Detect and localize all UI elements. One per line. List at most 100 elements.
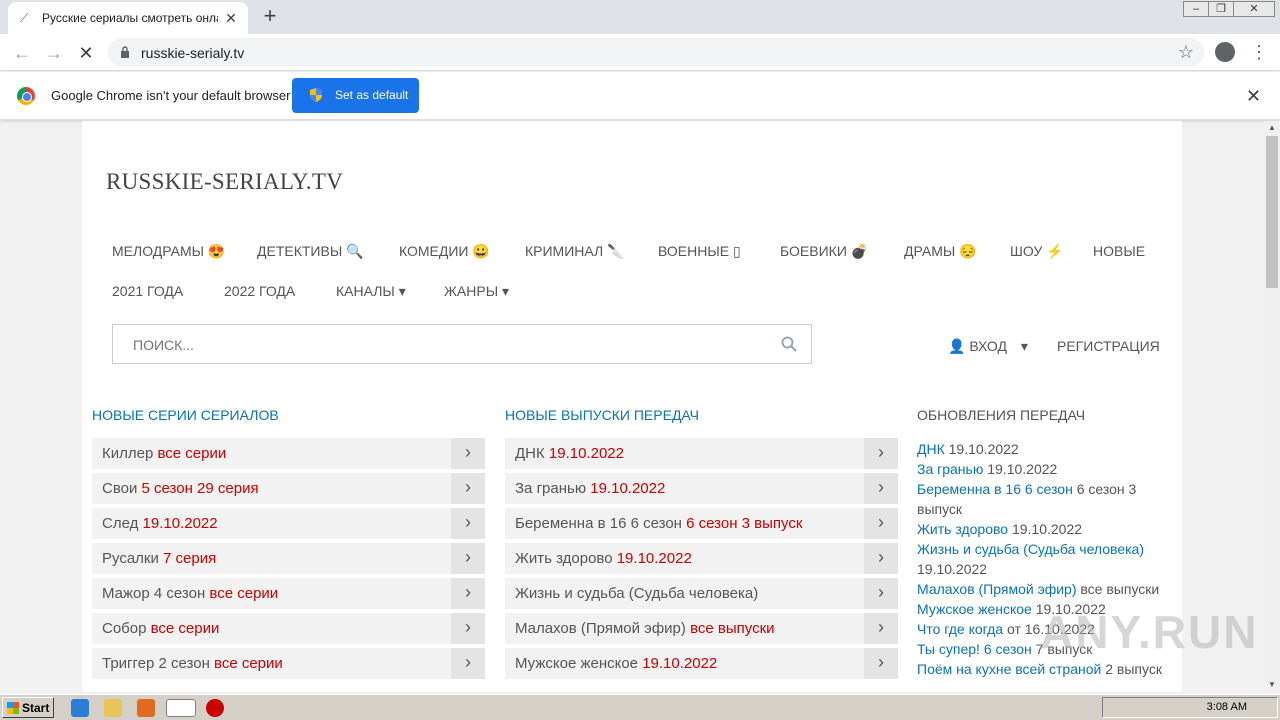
chevron-right-icon[interactable]: ›	[451, 438, 485, 469]
search-box[interactable]	[112, 324, 812, 364]
list-item-title[interactable]: Жизнь и судьба (Судьба человека)	[515, 585, 758, 602]
list-item[interactable]: Жить здорово 19.10.2022 ›	[505, 543, 898, 574]
login-dropdown[interactable]: 👤 ВХОД ▾	[948, 338, 1028, 355]
media-player-icon[interactable]	[137, 699, 155, 717]
list-item-title[interactable]: Мужское женское 19.10.2022	[515, 655, 717, 672]
list-item[interactable]: ДНК 19.10.2022 ›	[505, 438, 898, 469]
site-title[interactable]: RUSSKIE-SERIALY.TV	[106, 169, 343, 195]
nav-komedii[interactable]: КОМЕДИИ 😀	[399, 243, 490, 260]
update-link[interactable]: Малахов (Прямой эфир)	[917, 581, 1077, 597]
nav-kriminal[interactable]: КРИМИНАЛ 🔪	[525, 243, 625, 260]
new-tab-icon[interactable]: +	[258, 5, 282, 29]
update-link[interactable]: За гранью	[917, 461, 983, 477]
list-item-title[interactable]: За гранью 19.10.2022	[515, 480, 665, 497]
list-item-title[interactable]: Киллер все серии	[102, 445, 226, 462]
browser-tab[interactable]: ⟋ Русские сериалы смотреть онлайн ✕	[8, 2, 248, 34]
folder-icon[interactable]	[104, 699, 122, 717]
chevron-right-icon[interactable]: ›	[864, 613, 898, 644]
chevron-right-icon[interactable]: ›	[864, 648, 898, 679]
list-item-title[interactable]: Русалки 7 серия	[102, 550, 216, 567]
register-link[interactable]: РЕГИСТРАЦИЯ	[1057, 338, 1160, 354]
scroll-up-icon[interactable]: ▲	[1264, 121, 1280, 135]
update-link[interactable]: Мужское женское	[917, 601, 1032, 617]
list-item-title[interactable]: ДНК 19.10.2022	[515, 445, 624, 462]
nav-kanaly-dropdown[interactable]: КАНАЛЫ ▾	[336, 283, 406, 300]
chevron-right-icon[interactable]: ›	[451, 613, 485, 644]
list-item-title[interactable]: Беременна в 16 6 сезон 6 сезон 3 выпуск	[515, 515, 802, 532]
chevron-right-icon[interactable]: ›	[864, 473, 898, 504]
nav-dramy[interactable]: ДРАМЫ 😔	[904, 243, 977, 260]
chrome-taskbar-button[interactable]	[166, 699, 196, 717]
list-item-title[interactable]: Собор все серии	[102, 620, 219, 637]
opera-icon[interactable]	[206, 699, 224, 717]
search-input[interactable]	[133, 337, 753, 353]
list-item[interactable]: Триггер 2 сезон все серии ›	[92, 648, 485, 679]
scroll-thumb[interactable]	[1266, 136, 1278, 288]
nav-detektivy[interactable]: ДЕТЕКТИВЫ 🔍	[257, 243, 364, 260]
update-link[interactable]: Беременна в 16 6 сезон	[917, 481, 1073, 497]
back-icon[interactable]: ←	[10, 41, 34, 65]
search-icon[interactable]	[781, 336, 797, 352]
list-item[interactable]: Беременна в 16 6 сезон 6 сезон 3 выпуск ›	[505, 508, 898, 539]
list-item-title[interactable]: Свои 5 сезон 29 серия	[102, 480, 259, 497]
update-link[interactable]: Ты супер! 6 сезон	[917, 641, 1032, 657]
list-item-title[interactable]: След 19.10.2022	[102, 515, 218, 532]
list-item[interactable]: Собор все серии ›	[92, 613, 485, 644]
chevron-right-icon[interactable]: ›	[864, 578, 898, 609]
list-item[interactable]: Мажор 4 сезон все серии ›	[92, 578, 485, 609]
list-item[interactable]: Киллер все серии ›	[92, 438, 485, 469]
nav-2022[interactable]: 2022 ГОДА	[224, 283, 295, 299]
minimize-icon[interactable]: –	[1183, 1, 1209, 17]
list-item-title[interactable]: Малахов (Прямой эфир) все выпуски	[515, 620, 775, 637]
forward-icon[interactable]: →	[42, 41, 66, 65]
infobar-close-icon[interactable]: ✕	[1246, 86, 1261, 107]
chevron-right-icon[interactable]: ›	[451, 648, 485, 679]
chevron-right-icon[interactable]: ›	[864, 438, 898, 469]
restore-icon[interactable]: ❐	[1208, 1, 1234, 17]
update-link[interactable]: Поём на кухне всей страной	[917, 661, 1101, 677]
scroll-down-icon[interactable]: ▼	[1264, 678, 1280, 692]
chrome-menu-icon[interactable]: ⋮	[1250, 42, 1268, 62]
address-bar[interactable]: russkie-serialy.tv ☆	[108, 38, 1204, 67]
bookmark-star-icon[interactable]: ☆	[1178, 42, 1194, 63]
nav-voennye[interactable]: ВОЕННЫЕ ▯	[658, 243, 741, 260]
list-item[interactable]: Русалки 7 серия ›	[92, 543, 485, 574]
update-link[interactable]: Жизнь и судьба (Судьба человека)	[917, 541, 1144, 557]
chevron-right-icon[interactable]: ›	[451, 473, 485, 504]
set-as-default-button[interactable]: Set as default	[292, 78, 419, 113]
list-item[interactable]: След 19.10.2022 ›	[92, 508, 485, 539]
list-item[interactable]: Жизнь и судьба (Судьба человека) ›	[505, 578, 898, 609]
list-item-title[interactable]: Триггер 2 сезон все серии	[102, 655, 283, 672]
shows-column-heading[interactable]: НОВЫЕ ВЫПУСКИ ПЕРЕДАЧ	[505, 407, 699, 423]
list-item[interactable]: За гранью 19.10.2022 ›	[505, 473, 898, 504]
nav-boeviki[interactable]: БОЕВИКИ 💣	[780, 243, 868, 260]
nav-2021[interactable]: 2021 ГОДА	[112, 283, 183, 299]
profile-icon[interactable]	[1215, 42, 1235, 62]
update-link[interactable]: Что где когда	[917, 621, 1003, 637]
chevron-right-icon[interactable]: ›	[864, 508, 898, 539]
nav-zhanry-dropdown[interactable]: ЖАНРЫ ▾	[444, 283, 509, 300]
update-item: 19.10.2022	[917, 559, 987, 579]
tab-close-icon[interactable]: ✕	[222, 9, 240, 27]
nav-melodramy[interactable]: МЕЛОДРАМЫ 😍	[112, 243, 225, 260]
list-item[interactable]: Малахов (Прямой эфир) все выпуски ›	[505, 613, 898, 644]
nav-shou[interactable]: ШОУ ⚡	[1010, 243, 1064, 260]
list-item[interactable]: Свои 5 сезон 29 серия ›	[92, 473, 485, 504]
nav-novye[interactable]: НОВЫЕ	[1093, 243, 1145, 259]
list-item-title[interactable]: Жить здорово 19.10.2022	[515, 550, 692, 567]
list-item[interactable]: Мужское женское 19.10.2022 ›	[505, 648, 898, 679]
chevron-right-icon[interactable]: ›	[451, 508, 485, 539]
chevron-right-icon[interactable]: ›	[451, 543, 485, 574]
window-close-icon[interactable]: ✕	[1233, 1, 1275, 17]
url-text: russkie-serialy.tv	[141, 45, 245, 61]
chevron-right-icon[interactable]: ›	[864, 543, 898, 574]
series-column-heading[interactable]: НОВЫЕ СЕРИИ СЕРИАЛОВ	[92, 407, 279, 423]
stop-loading-icon[interactable]: ✕	[74, 41, 98, 65]
ie-icon[interactable]	[71, 699, 89, 717]
start-button[interactable]: Start	[2, 697, 54, 718]
page-scrollbar[interactable]: ▲ ▼	[1264, 121, 1280, 692]
list-item-title[interactable]: Мажор 4 сезон все серии	[102, 585, 278, 602]
update-link[interactable]: Жить здорово	[917, 521, 1008, 537]
update-link[interactable]: ДНК	[917, 441, 945, 457]
chevron-right-icon[interactable]: ›	[451, 578, 485, 609]
